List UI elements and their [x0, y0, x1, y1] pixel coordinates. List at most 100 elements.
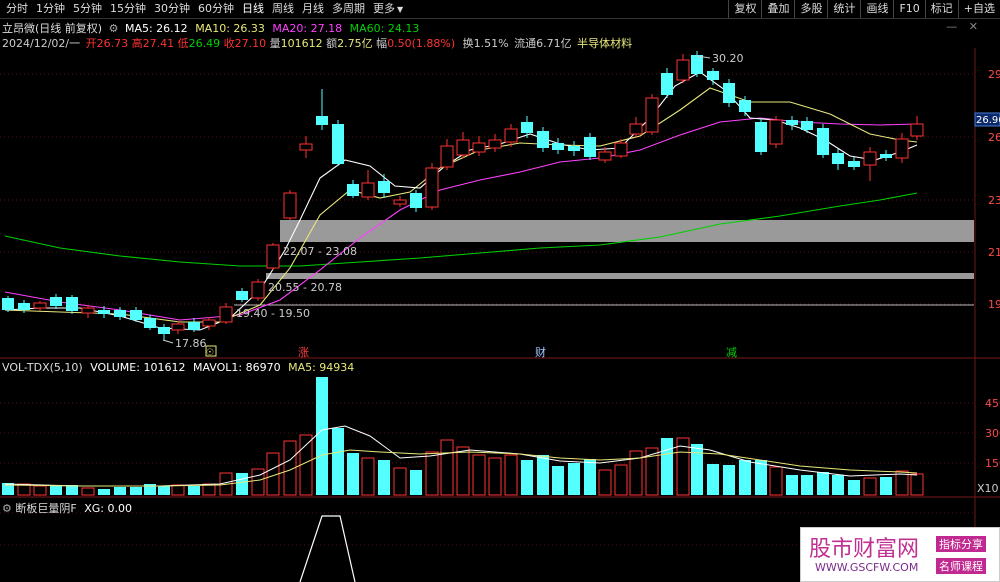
high-mark-label: 30.20 — [712, 52, 744, 65]
support-zone-2 — [266, 273, 974, 279]
support-zone-1 — [280, 220, 974, 242]
volume-bar — [158, 486, 170, 495]
candle-body — [521, 122, 533, 133]
volume-bar — [188, 486, 200, 495]
draw-line-button[interactable]: 画线 — [860, 0, 893, 18]
tab-more[interactable]: 更多 ▼ — [371, 0, 409, 19]
overlay-button[interactable]: 叠加 — [761, 0, 794, 18]
candle-body — [910, 123, 924, 137]
volume-bar — [584, 459, 596, 495]
price-tick-26: 26 — [988, 131, 1000, 144]
volume-total: VOLUME: 101612 — [90, 361, 186, 374]
stats-button[interactable]: 统计 — [827, 0, 860, 18]
candle-body — [723, 83, 735, 103]
tab-daily[interactable]: 日线 — [240, 0, 270, 18]
candle — [158, 324, 170, 340]
volume-bar — [880, 477, 892, 495]
indicator-title: 断板巨量阴F — [15, 502, 77, 515]
candle — [832, 149, 844, 170]
price-tick-29: 29 — [988, 68, 1000, 81]
high-label: 高 — [131, 37, 143, 50]
tab-15min[interactable]: 15分钟 — [108, 0, 152, 18]
candle-body — [707, 71, 719, 80]
candlestick-series — [2, 51, 924, 340]
candle-body — [50, 297, 62, 306]
candle-body — [114, 310, 126, 317]
candle — [81, 305, 95, 318]
adjust-button[interactable]: 复权 — [728, 0, 761, 18]
price-grid — [0, 73, 975, 546]
mavol1-value: MAVOL1: 86970 — [192, 361, 281, 374]
indicator-header: ⚙ 断板巨量阴F XG: 0.00 — [2, 500, 132, 516]
f10-button[interactable]: F10 — [893, 0, 924, 18]
candle — [316, 89, 328, 130]
tab-30min[interactable]: 30分钟 — [152, 0, 196, 18]
tab-multi-period[interactable]: 多周期 — [330, 0, 371, 18]
event-marker-1: ☉ — [206, 348, 214, 358]
tab-1min[interactable]: 1分钟 — [34, 0, 71, 18]
indicator-gear-icon[interactable]: ⚙ — [2, 502, 12, 515]
candle-body — [880, 154, 892, 158]
volume-bar — [332, 428, 344, 495]
close-icon[interactable]: ✕ — [969, 20, 978, 33]
candle-body — [568, 146, 580, 151]
candle-body — [33, 302, 47, 309]
low-label: 低 — [177, 37, 189, 50]
candle — [895, 133, 909, 163]
candle-body — [488, 139, 502, 149]
current-price-label: 26.96 — [976, 115, 1000, 126]
tab-weekly[interactable]: 周线 — [270, 0, 300, 18]
candle — [723, 79, 735, 107]
volume-bar — [723, 465, 735, 495]
candle-body — [661, 73, 673, 95]
volume-axis: 450 300 150 — [985, 397, 1000, 470]
multi-stock-button[interactable]: 多股 — [794, 0, 827, 18]
candle-body — [456, 139, 470, 156]
candle-body — [171, 323, 185, 331]
candle — [769, 116, 783, 148]
volume-header: VOL-TDX(5,10) VOLUME: 101612 MAVOL1: 869… — [2, 361, 354, 374]
volume-bar — [832, 475, 844, 495]
candle-body — [410, 193, 422, 208]
add-watchlist-button[interactable]: +自选 — [957, 0, 1000, 18]
candle — [848, 157, 860, 170]
candle-body — [188, 322, 200, 330]
candle-body — [629, 123, 643, 135]
candle — [202, 317, 216, 330]
open-value: 26.73 — [96, 37, 129, 50]
minimize-icon[interactable]: — — [946, 20, 957, 33]
vol-tick-300: 300 — [985, 427, 1000, 440]
mark-button[interactable]: 标记 — [924, 0, 958, 18]
candle-body — [676, 59, 690, 81]
candle-body — [755, 122, 767, 152]
volume-bar — [769, 466, 783, 496]
candle — [488, 134, 502, 152]
tab-timeshare[interactable]: 分时 — [0, 0, 34, 18]
candle — [188, 318, 200, 332]
volume-bar — [472, 454, 486, 496]
ma60-value: MA60: 24.13 — [349, 22, 420, 35]
sector-value: 半导体材料 — [577, 37, 633, 50]
candle — [440, 139, 454, 170]
vol-tick-150: 150 — [985, 457, 1000, 470]
tab-5min[interactable]: 5分钟 — [71, 0, 108, 18]
volume-bar — [410, 470, 422, 495]
volume-ma10-line — [4, 449, 918, 487]
settings-gear-icon[interactable]: ⚙ — [109, 22, 119, 35]
volume-bar — [614, 464, 628, 496]
volume-bar — [910, 473, 924, 496]
volume-bar — [266, 452, 280, 496]
candle-body — [552, 143, 564, 150]
range-value: 0.50(1.88%) — [387, 37, 456, 50]
kline-chart[interactable]: 29 26 23 21 19 26.96 450 300 150 X10 30.… — [0, 0, 1000, 582]
candle — [347, 180, 359, 198]
watermark-url: WWW.GSCFW.COM — [815, 561, 919, 574]
close-label: 收 — [223, 37, 235, 50]
candle — [801, 117, 813, 133]
tab-60min[interactable]: 60分钟 — [196, 0, 240, 18]
tab-monthly[interactable]: 月线 — [300, 0, 330, 18]
moving-average-lines — [4, 71, 918, 331]
candle-body — [614, 142, 628, 157]
volume-bar — [645, 447, 659, 496]
candle — [629, 117, 643, 138]
